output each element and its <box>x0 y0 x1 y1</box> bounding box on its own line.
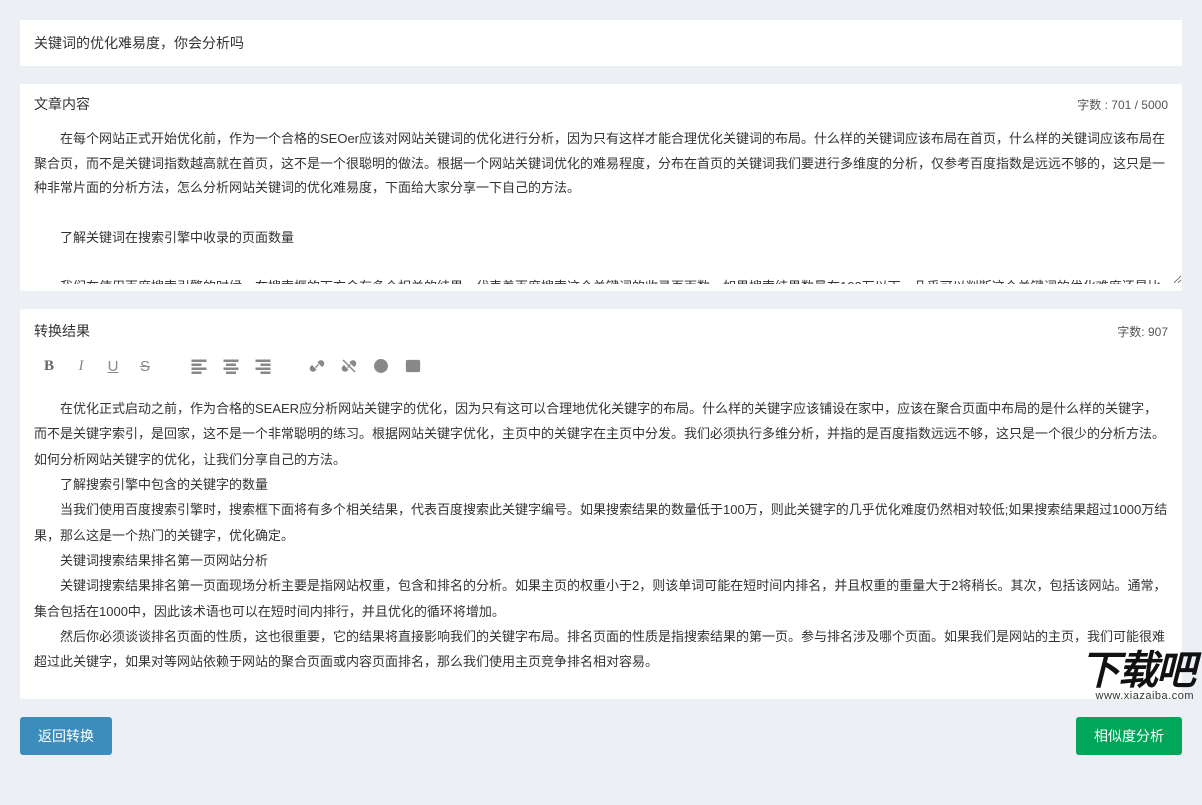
image-icon <box>405 358 421 374</box>
result-paragraph: 了解搜索引擎中包含的关键字的数量 <box>34 472 1168 497</box>
title-panel <box>20 20 1182 66</box>
image-button[interactable] <box>398 353 428 379</box>
align-center-icon <box>223 358 239 374</box>
align-left-icon <box>191 358 207 374</box>
content-panel: 文章内容 字数 : 701 / 5000 <box>20 84 1182 291</box>
unlink-button[interactable] <box>334 353 364 379</box>
result-panel: 转换结果 字数: 907 B I U S <box>20 309 1182 699</box>
content-textarea[interactable] <box>20 120 1182 284</box>
content-header: 文章内容 字数 : 701 / 5000 <box>20 84 1182 120</box>
footer-actions: 返回转换 相似度分析 <box>20 717 1182 785</box>
result-header-label: 转换结果 <box>34 321 90 341</box>
align-left-button[interactable] <box>184 353 214 379</box>
result-header: 转换结果 字数: 907 <box>20 309 1182 349</box>
back-convert-button[interactable]: 返回转换 <box>20 717 112 755</box>
emoji-button[interactable] <box>366 353 396 379</box>
align-right-icon <box>255 358 271 374</box>
result-paragraph: 在优化正式启动之前，作为合格的SEAER应分析网站关键字的优化，因为只有这可以合… <box>34 396 1168 472</box>
result-body[interactable]: 在优化正式启动之前，作为合格的SEAER应分析网站关键字的优化，因为只有这可以合… <box>20 388 1182 699</box>
link-icon <box>309 358 325 374</box>
result-char-count: 字数: 907 <box>1117 323 1168 340</box>
result-paragraph: 然后你必须谈谈排名页面的性质，这也很重要，它的结果将直接影响我们的关键字布局。排… <box>34 624 1168 675</box>
bold-button[interactable]: B <box>34 353 64 379</box>
result-paragraph: 关键词搜索结果排名第一页网站分析 <box>34 548 1168 573</box>
link-button[interactable] <box>302 353 332 379</box>
result-paragraph: 关键词搜索结果排名第一页面现场分析主要是指网站权重，包含和排名的分析。如果主页的… <box>34 573 1168 624</box>
similarity-analyze-button[interactable]: 相似度分析 <box>1076 717 1182 755</box>
content-header-label: 文章内容 <box>34 94 90 114</box>
smile-icon <box>373 358 389 374</box>
rich-toolbar: B I U S <box>20 349 1182 388</box>
underline-button[interactable]: U <box>98 353 128 379</box>
content-char-count: 字数 : 701 / 5000 <box>1077 96 1168 113</box>
unlink-icon <box>341 358 357 374</box>
strikethrough-button[interactable]: S <box>130 353 160 379</box>
result-paragraph: 当我们使用百度搜索引擎时，搜索框下面将有多个相关结果，代表百度搜索此关键字编号。… <box>34 497 1168 548</box>
align-right-button[interactable] <box>248 353 278 379</box>
italic-button[interactable]: I <box>66 353 96 379</box>
align-center-button[interactable] <box>216 353 246 379</box>
title-input[interactable] <box>20 20 1182 66</box>
